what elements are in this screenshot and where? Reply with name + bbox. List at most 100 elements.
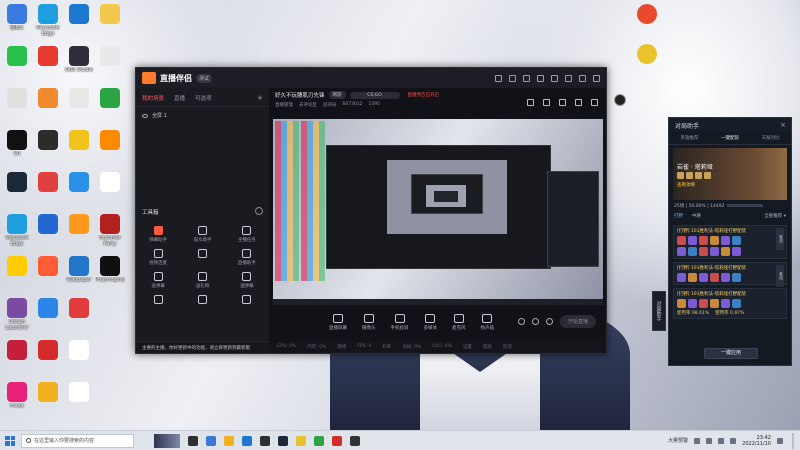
record-icon[interactable] [517, 318, 525, 325]
mail-icon[interactable] [523, 74, 530, 82]
desktop-icon[interactable] [2, 256, 32, 289]
desktop-icon[interactable] [632, 4, 662, 37]
taskbar-app-icon[interactable] [206, 435, 216, 446]
notice-bar[interactable]: 主要的主播，你好更新中的功能，请立即更新到最新版 [136, 341, 269, 353]
taskbar-app-icon[interactable] [350, 435, 360, 446]
game-select[interactable]: CS:GO [349, 91, 400, 99]
tool-item[interactable]: 送弹幕 [225, 272, 269, 289]
desktop-icon[interactable]: Wallpaper [64, 256, 94, 289]
desktop-icon[interactable]: Forza [2, 382, 32, 415]
desktop-icon[interactable] [95, 46, 125, 79]
taskbar-clock[interactable]: 23:42 2022/11/10 [742, 435, 771, 447]
desktop-icon[interactable] [33, 214, 63, 247]
add-scene-button[interactable]: + [257, 94, 263, 102]
avatar-icon[interactable] [495, 74, 502, 82]
desktop-icon[interactable] [64, 382, 94, 415]
tool-item[interactable]: 视频连麦 [136, 249, 180, 266]
settings-icon[interactable] [537, 74, 544, 82]
desktop-icon[interactable] [95, 130, 125, 163]
desktop-icon[interactable] [33, 88, 63, 121]
stream-preview[interactable] [273, 119, 603, 305]
hero-guide-link[interactable]: 查看攻略 [677, 182, 695, 188]
tool-item[interactable]: 弹幕助手 [136, 226, 180, 243]
desktop-icon[interactable]: Hummer Party [95, 214, 125, 247]
desktop-icon[interactable] [33, 256, 63, 289]
build-block[interactable]: [打野] 101胜利法-塔莉垭打野配装 套用 [673, 262, 787, 287]
show-desktop-button[interactable] [792, 432, 794, 449]
desktop-icon[interactable] [33, 340, 63, 373]
build-block[interactable]: [打野] 101胜利法-塔莉垭打野配装 套用 [673, 225, 787, 259]
tab-hero-recommend[interactable]: 英雄推荐 [680, 135, 698, 141]
taskbar-app-icon[interactable] [314, 435, 324, 446]
desktop-icon[interactable]: Phasmophobia [95, 256, 125, 289]
desktop-icon[interactable]: 图标1 [2, 4, 32, 37]
taskbar-app-icon[interactable] [242, 435, 252, 446]
alert-text[interactable]: 直播预告已开启 [404, 91, 444, 99]
desktop-icon[interactable] [64, 4, 94, 37]
room-comments[interactable]: 去评论区 [299, 102, 317, 108]
desktop-icon[interactable]: Steam Launcher [2, 298, 32, 331]
source-control[interactable]: 摄像头 [362, 314, 376, 331]
desktop-icon[interactable] [64, 88, 94, 121]
layout-icon[interactable] [527, 99, 534, 106]
desktop-icon[interactable] [64, 214, 94, 247]
desktop-icon[interactable] [64, 298, 94, 331]
taskbar-app-icon[interactable] [278, 435, 288, 446]
tray-chevron-icon[interactable] [694, 437, 701, 444]
maximize-icon[interactable] [579, 74, 586, 82]
menu-icon[interactable] [551, 74, 558, 82]
category-pill[interactable]: 网游 [328, 91, 346, 99]
room-title[interactable]: 好久不玩腰肌刃先锋 [275, 91, 325, 99]
match-helper-tab[interactable]: 对局助手 [652, 291, 666, 331]
tool-item[interactable]: 送礼物 [180, 272, 224, 289]
gift-icon[interactable] [559, 99, 566, 106]
weather-alert[interactable]: 大雾预警 [668, 437, 688, 444]
eye-icon[interactable] [142, 113, 148, 118]
close-icon[interactable] [593, 74, 600, 82]
tool-item[interactable]: 观众助手 [180, 226, 224, 243]
taskbar-app-icon[interactable] [260, 435, 270, 446]
tool-item[interactable] [136, 295, 180, 306]
one-click-apply-button[interactable]: 一键应用 [704, 348, 758, 359]
skin-icon[interactable] [509, 74, 516, 82]
notification-icon[interactable] [777, 437, 783, 444]
desktop-icon[interactable] [95, 172, 125, 205]
windows-start-icon[interactable] [5, 435, 15, 446]
tool-item[interactable]: 主播任务 [225, 226, 269, 243]
desktop-icon[interactable] [33, 382, 63, 415]
tool-item[interactable] [225, 295, 269, 306]
build-block[interactable]: [打野] 101胜利法-塔莉垭打野配装 使用率 98.61% 使用率 0.87% [673, 288, 787, 319]
tool-item[interactable]: 送弹幕 [136, 272, 180, 289]
helper-close-icon[interactable]: × [780, 121, 786, 129]
source-control[interactable]: 麦克风 [452, 314, 466, 331]
toolbox-more-icon[interactable] [255, 207, 263, 215]
share-icon[interactable] [591, 99, 598, 106]
desktop-icon[interactable]: OBS Studio [64, 46, 94, 79]
desktop-icon[interactable] [632, 44, 662, 77]
desktop-icon[interactable] [2, 172, 32, 205]
beauty-icon[interactable] [531, 318, 539, 325]
source-control[interactable]: 多媒体 [424, 314, 437, 331]
taskbar-app-icon[interactable] [188, 435, 198, 446]
desktop-icon[interactable] [64, 172, 94, 205]
source-control[interactable]: 直播屏幕 [329, 314, 347, 331]
desktop-icon[interactable] [64, 340, 94, 373]
desktop-icon[interactable]: Microsoft Edge [33, 4, 63, 37]
room-manage[interactable]: 直播管理 [275, 102, 293, 108]
desktop-icon[interactable]: VR [2, 130, 32, 163]
tab-one-click-build[interactable]: 一键配装 [721, 135, 739, 141]
ime-icon[interactable] [730, 437, 737, 444]
source-control[interactable]: 扬声器 [481, 314, 494, 331]
desktop-icon[interactable] [64, 130, 94, 163]
bell-icon[interactable] [575, 99, 582, 106]
tool-item[interactable]: 直播助手 [225, 249, 269, 266]
desktop-icon[interactable] [95, 4, 125, 37]
apply-tag[interactable]: 套用 [776, 265, 784, 287]
tab-scenes[interactable]: 我的场景 [142, 94, 164, 102]
scene-item[interactable]: 全屏 1 [136, 107, 269, 124]
network-icon[interactable] [706, 437, 713, 444]
tool-item[interactable] [180, 249, 224, 266]
desktop-icon[interactable] [33, 298, 63, 331]
tab-talent-compare[interactable]: 天赋对比 [762, 135, 780, 141]
desktop-icon[interactable]: Microsoft Edge [2, 214, 32, 247]
